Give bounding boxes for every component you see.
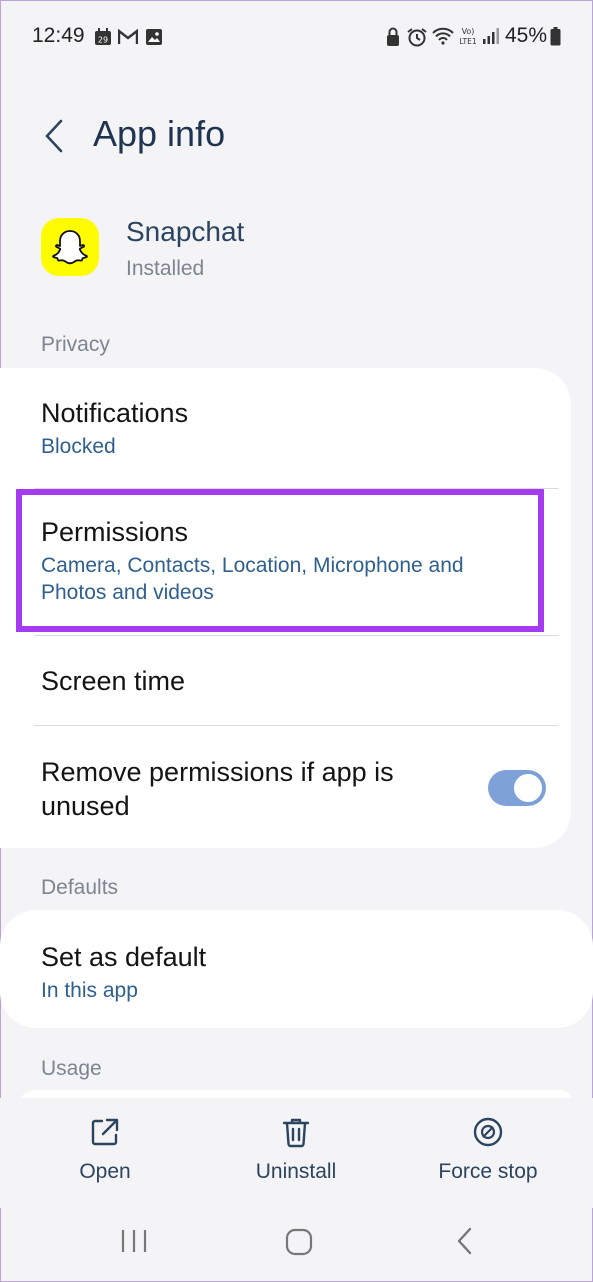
back-button[interactable] — [30, 112, 78, 160]
section-label-defaults: Defaults — [41, 876, 119, 899]
divider — [34, 725, 559, 726]
section-label-privacy: Privacy — [41, 333, 110, 356]
force-stop-label: Force stop — [438, 1160, 538, 1183]
open-external-icon — [91, 1118, 119, 1146]
gallery-icon — [145, 28, 163, 51]
remove-permissions-toggle[interactable] — [488, 770, 546, 806]
remove-permissions-title: Remove permissions if app is unused — [41, 757, 394, 821]
chevron-left-icon — [45, 119, 63, 153]
notifications-item[interactable]: Notifications Blocked — [41, 396, 553, 460]
nav-back-icon — [457, 1227, 472, 1255]
alarm-icon — [406, 27, 428, 52]
uninstall-button[interactable]: Uninstall — [241, 1116, 351, 1184]
recents-icon — [121, 1230, 147, 1252]
uninstall-label: Uninstall — [255, 1160, 337, 1183]
battery-icon — [550, 27, 561, 51]
lock-icon — [386, 27, 400, 52]
calendar-day: 29 — [98, 36, 108, 45]
gmail-icon — [117, 28, 139, 50]
section-label-usage: Usage — [41, 1057, 102, 1080]
open-label: Open — [79, 1160, 131, 1183]
toggle-knob — [512, 772, 544, 804]
calendar-icon: 29 — [94, 28, 112, 51]
system-navigation-bar — [0, 1222, 593, 1262]
svg-text:LTE1: LTE1 — [459, 37, 476, 46]
ghost-icon — [52, 230, 88, 265]
status-bar: 12:49 29 Vo) LTE1 45% — [0, 0, 593, 72]
home-icon — [285, 1228, 313, 1256]
svg-text:Vo): Vo) — [462, 27, 475, 36]
screen-time-item[interactable]: Screen time — [41, 664, 553, 698]
volte-icon: Vo) LTE1 — [457, 25, 479, 52]
recent-apps-button[interactable] — [120, 1228, 148, 1259]
bottom-action-bar: Open Uninstall Force stop — [0, 1098, 593, 1208]
set-as-default-title: Set as default — [41, 942, 207, 972]
screen-time-title: Screen time — [41, 666, 186, 696]
open-button[interactable]: Open — [60, 1116, 150, 1184]
trash-icon — [282, 1118, 310, 1148]
home-button[interactable] — [285, 1228, 313, 1261]
app-name: Snapchat — [126, 216, 245, 247]
block-icon — [473, 1117, 503, 1147]
wifi-icon — [432, 27, 454, 50]
notifications-title: Notifications — [41, 398, 189, 428]
set-as-default-item[interactable]: Set as default In this app — [41, 940, 553, 1004]
divider — [34, 635, 559, 636]
remove-permissions-item[interactable]: Remove permissions if app is unused — [41, 755, 453, 823]
notifications-subtitle: Blocked — [41, 435, 116, 458]
snapchat-app-icon — [41, 218, 99, 276]
permissions-highlight-box — [16, 489, 544, 632]
signal-icon — [482, 27, 500, 50]
battery-percent: 45% — [504, 24, 547, 47]
force-stop-button[interactable]: Force stop — [425, 1116, 551, 1184]
page-title: App info — [93, 113, 226, 154]
status-time: 12:49 — [32, 24, 85, 47]
system-back-button[interactable] — [455, 1226, 475, 1261]
set-as-default-subtitle: In this app — [41, 979, 138, 1002]
app-install-status: Installed — [126, 257, 205, 280]
